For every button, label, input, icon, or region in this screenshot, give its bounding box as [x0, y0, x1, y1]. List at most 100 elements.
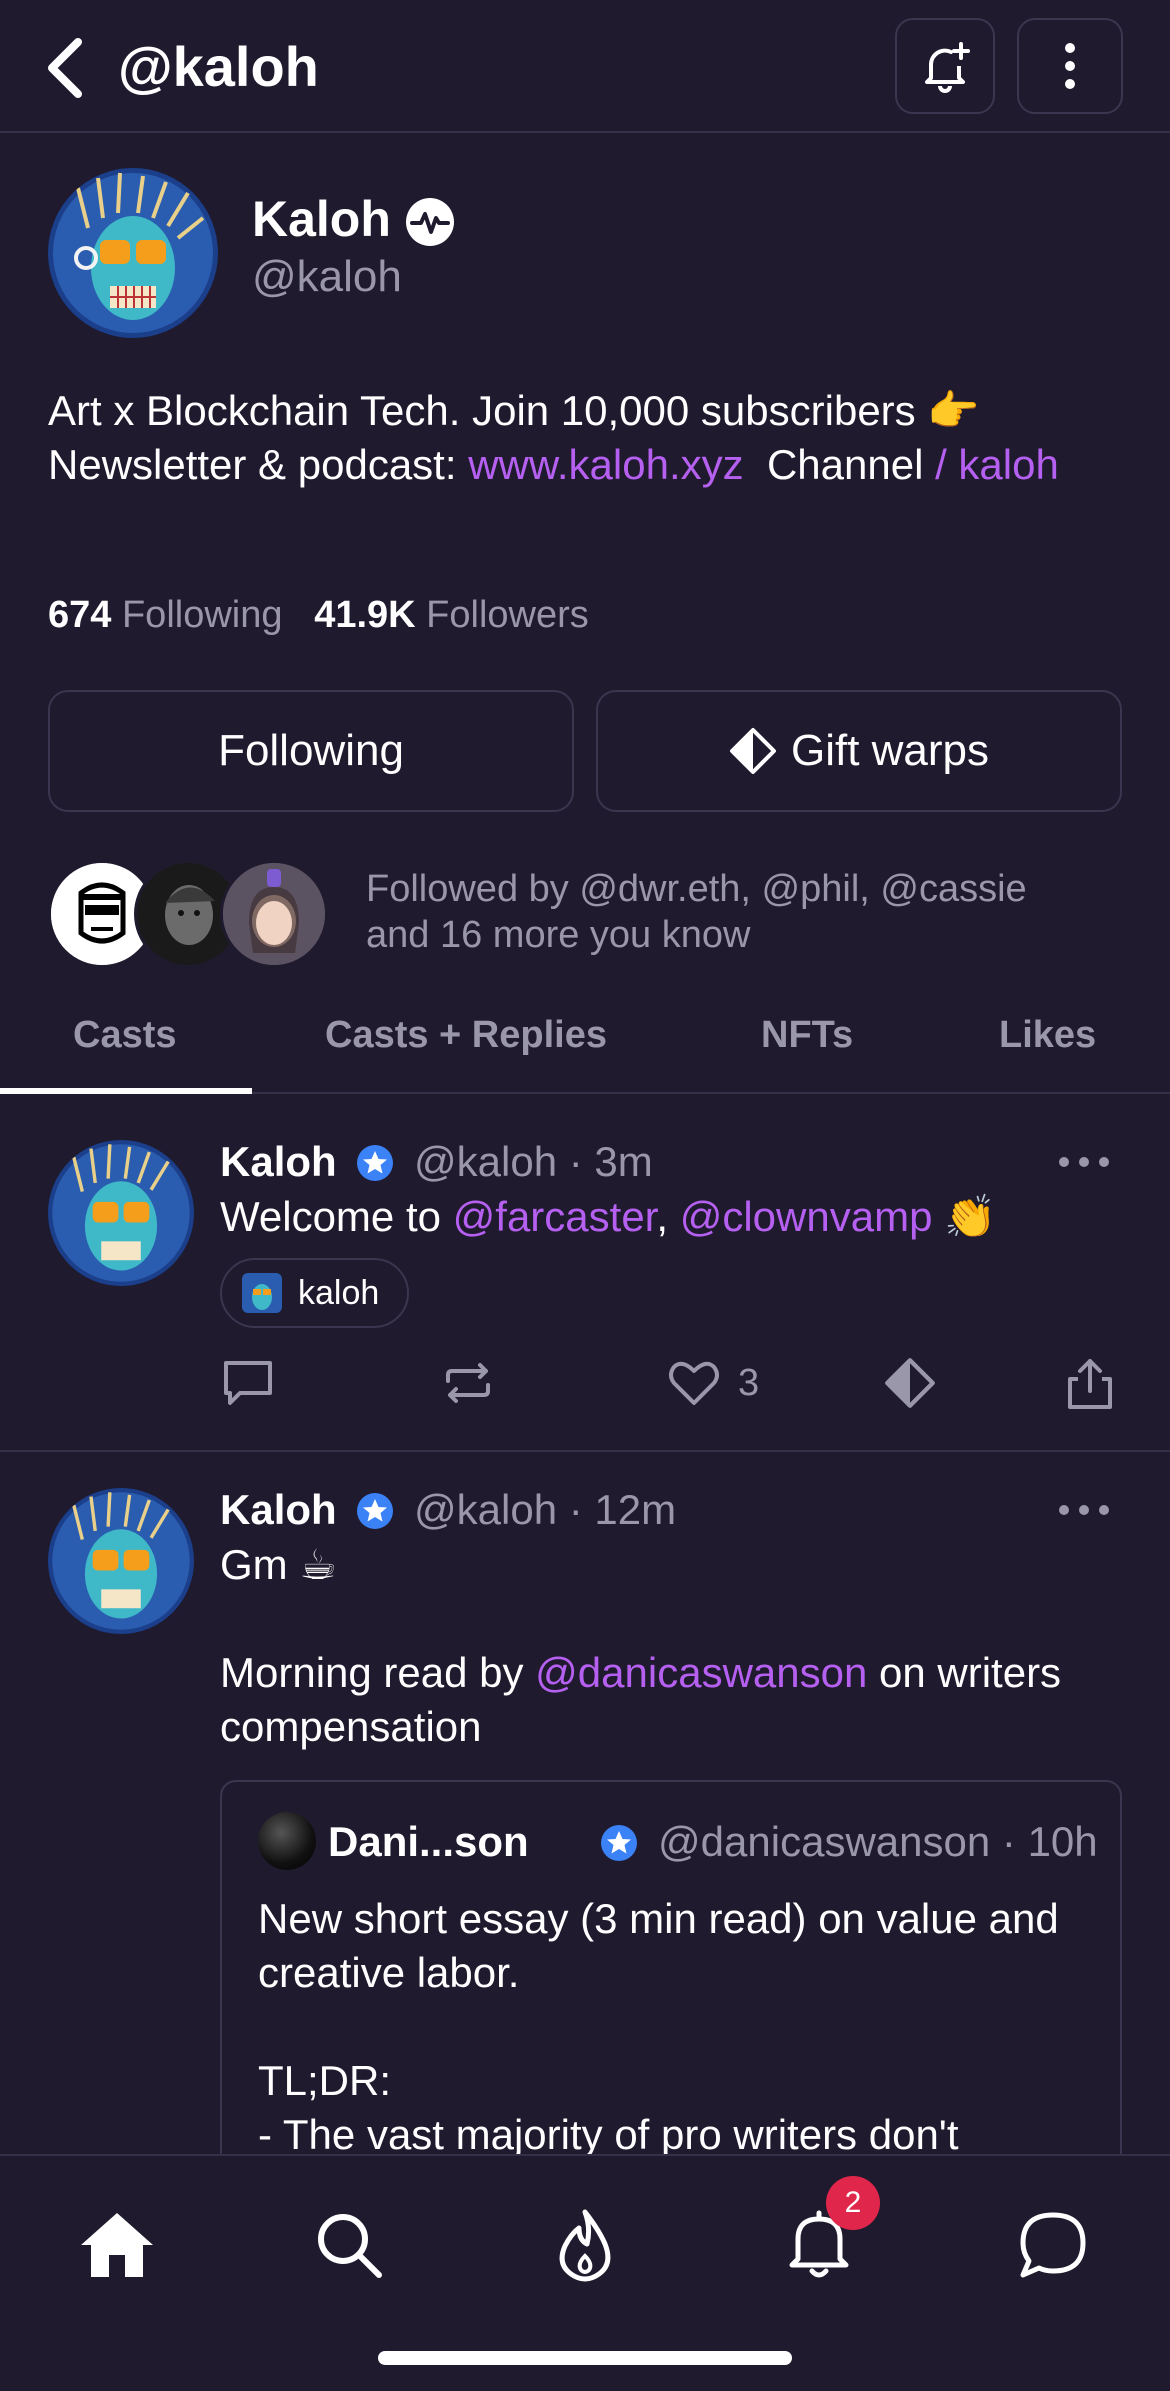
page-title: @kaloh [118, 35, 319, 98]
notify-button[interactable] [895, 18, 995, 114]
more-options-button[interactable] [1017, 18, 1123, 114]
verified-star-icon [357, 1493, 394, 1529]
nav-trending[interactable] [540, 2200, 630, 2290]
more-horizontal-icon[interactable] [1054, 1500, 1114, 1520]
quoted-line-1: New short essay (3 min read) on value an… [258, 1895, 1059, 1996]
cast-text-sep: , [656, 1193, 680, 1240]
chevron-left-icon [48, 38, 82, 98]
back-button[interactable] [40, 36, 92, 100]
gift-warps-button[interactable]: Gift warps [596, 690, 1122, 812]
cast-timestamp: 12m [594, 1486, 677, 1533]
channel-link[interactable]: / kaloh [935, 441, 1059, 488]
quoted-cast-body: New short essay (3 min read) on value an… [258, 1892, 1098, 2162]
comment-icon [224, 1361, 272, 1405]
followed-by-text[interactable]: Followed by @dwr.eth, @phil, @cassie and… [366, 866, 1086, 958]
more-vertical-icon [1065, 43, 1075, 89]
recast-icon [446, 1363, 490, 1403]
channel-name: kaloh [298, 1273, 380, 1312]
recast-button[interactable] [440, 1348, 496, 1418]
verified-star-icon [357, 1145, 394, 1181]
tab-casts-replies[interactable]: Casts + Replies [325, 1014, 607, 1057]
like-count: 3 [738, 1361, 760, 1404]
separator-dot: · [568, 1138, 583, 1185]
quoted-author-avatar [258, 1812, 316, 1870]
mutual-followers-avatars[interactable] [48, 860, 338, 970]
mention-danicaswanson[interactable]: @danicaswanson [535, 1649, 867, 1696]
gift-warps-label: Gift warps [790, 726, 990, 775]
nav-search[interactable] [304, 2200, 394, 2290]
cast-actions: 3 [0, 1348, 1170, 1418]
nav-messages[interactable] [1008, 2200, 1098, 2290]
cast-body: Gm ☕ Morning read by @danicaswanson on w… [220, 1538, 1120, 1754]
bio-text: Art x Blockchain Tech. Join 10,000 subsc… [48, 387, 928, 434]
active-tab-indicator [0, 1088, 252, 1094]
website-link[interactable]: www.kaloh.xyz [468, 441, 743, 488]
profile-tabs: Casts Casts + Replies NFTs Likes [0, 1000, 1170, 1094]
share-icon [1068, 1359, 1112, 1409]
followers-label: Followers [426, 594, 589, 636]
display-name: Kaloh [252, 191, 391, 247]
cast-author-avatar[interactable] [48, 1140, 194, 1286]
warp-diamond-icon [729, 728, 776, 774]
nav-home[interactable] [72, 2200, 162, 2290]
followers-stat[interactable]: 41.9K Followers [314, 594, 589, 636]
search-icon [318, 2214, 382, 2278]
following-count: 674 [48, 594, 112, 636]
tab-casts[interactable]: Casts [73, 1014, 177, 1057]
follow-stats: 674 Following 41.9K Followers [48, 594, 589, 637]
following-stat[interactable]: 674 Following [48, 594, 283, 636]
tip-warps-button[interactable] [884, 1348, 936, 1418]
profile-avatar[interactable] [48, 168, 218, 338]
followers-count: 41.9K [314, 594, 416, 636]
separator-dot: · [1001, 1818, 1016, 1865]
notification-badge: 2 [826, 2176, 880, 2230]
share-button[interactable] [1062, 1348, 1118, 1418]
quoted-author-name: Dani...son [328, 1818, 529, 1865]
following-button[interactable]: Following [48, 690, 574, 812]
profile-handle: @kaloh [252, 252, 402, 301]
reply-button[interactable] [220, 1348, 276, 1418]
like-button[interactable]: 3 [666, 1348, 759, 1418]
top-bar: @kaloh [0, 0, 1170, 133]
quoted-cast-header: Dani...son @danicaswanson · 10h [258, 1812, 1118, 1870]
following-label: Following [121, 594, 283, 636]
separator-dot: · [568, 1486, 583, 1533]
cast-author-handle[interactable]: @kaloh [414, 1138, 557, 1185]
power-badge-icon [406, 198, 454, 246]
tab-nfts[interactable]: NFTs [761, 1014, 853, 1057]
tab-likes[interactable]: Likes [999, 1014, 1096, 1057]
cast-author-avatar[interactable] [48, 1488, 194, 1634]
heart-icon [669, 1361, 719, 1405]
cast-header: Kaloh @kaloh · 3m [220, 1138, 653, 1186]
more-horizontal-icon[interactable] [1054, 1152, 1114, 1172]
clapping-emoji: 👏 [944, 1193, 997, 1240]
cast-timestamp: 3m [594, 1138, 653, 1185]
profile-bio: Art x Blockchain Tech. Join 10,000 subsc… [48, 384, 1128, 492]
channel-chip[interactable]: kaloh [220, 1258, 410, 1328]
cast-author-handle[interactable]: @kaloh [414, 1486, 557, 1533]
channel-icon [242, 1273, 282, 1313]
cast-line-1: Gm ☕ [220, 1541, 337, 1588]
quoted-timestamp: 10h [1027, 1818, 1098, 1865]
pointing-emoji: 👉 [927, 387, 980, 434]
bio-text-3: Channel [743, 441, 936, 488]
quoted-cast[interactable]: Dani...son @danicaswanson · 10h New shor… [220, 1780, 1122, 2180]
mention-farcaster[interactable]: @farcaster [453, 1193, 657, 1240]
cast-author-name[interactable]: Kaloh [220, 1138, 337, 1185]
cast-author-name[interactable]: Kaloh [220, 1486, 337, 1533]
bio-text-2: Newsletter & podcast: [48, 441, 469, 488]
warp-diamond-icon [885, 1358, 935, 1408]
quoted-line-2: TL;DR: [258, 2057, 392, 2104]
mention-clownvamp[interactable]: @clownvamp [680, 1193, 933, 1240]
home-icon [81, 2213, 153, 2277]
bell-plus-icon [925, 42, 970, 93]
chat-icon [1020, 2212, 1086, 2278]
flame-icon [559, 2209, 611, 2282]
cast-text: Morning read by [220, 1649, 536, 1696]
cast-divider [0, 1450, 1170, 1452]
mutual-avatar-cassie [220, 860, 328, 968]
cast-body: Welcome to @farcaster, @clownvamp 👏 [220, 1190, 1120, 1244]
cast-header: Kaloh @kaloh · 12m [220, 1486, 676, 1534]
home-indicator[interactable] [378, 2351, 792, 2365]
cast-text: Welcome to [220, 1193, 453, 1240]
